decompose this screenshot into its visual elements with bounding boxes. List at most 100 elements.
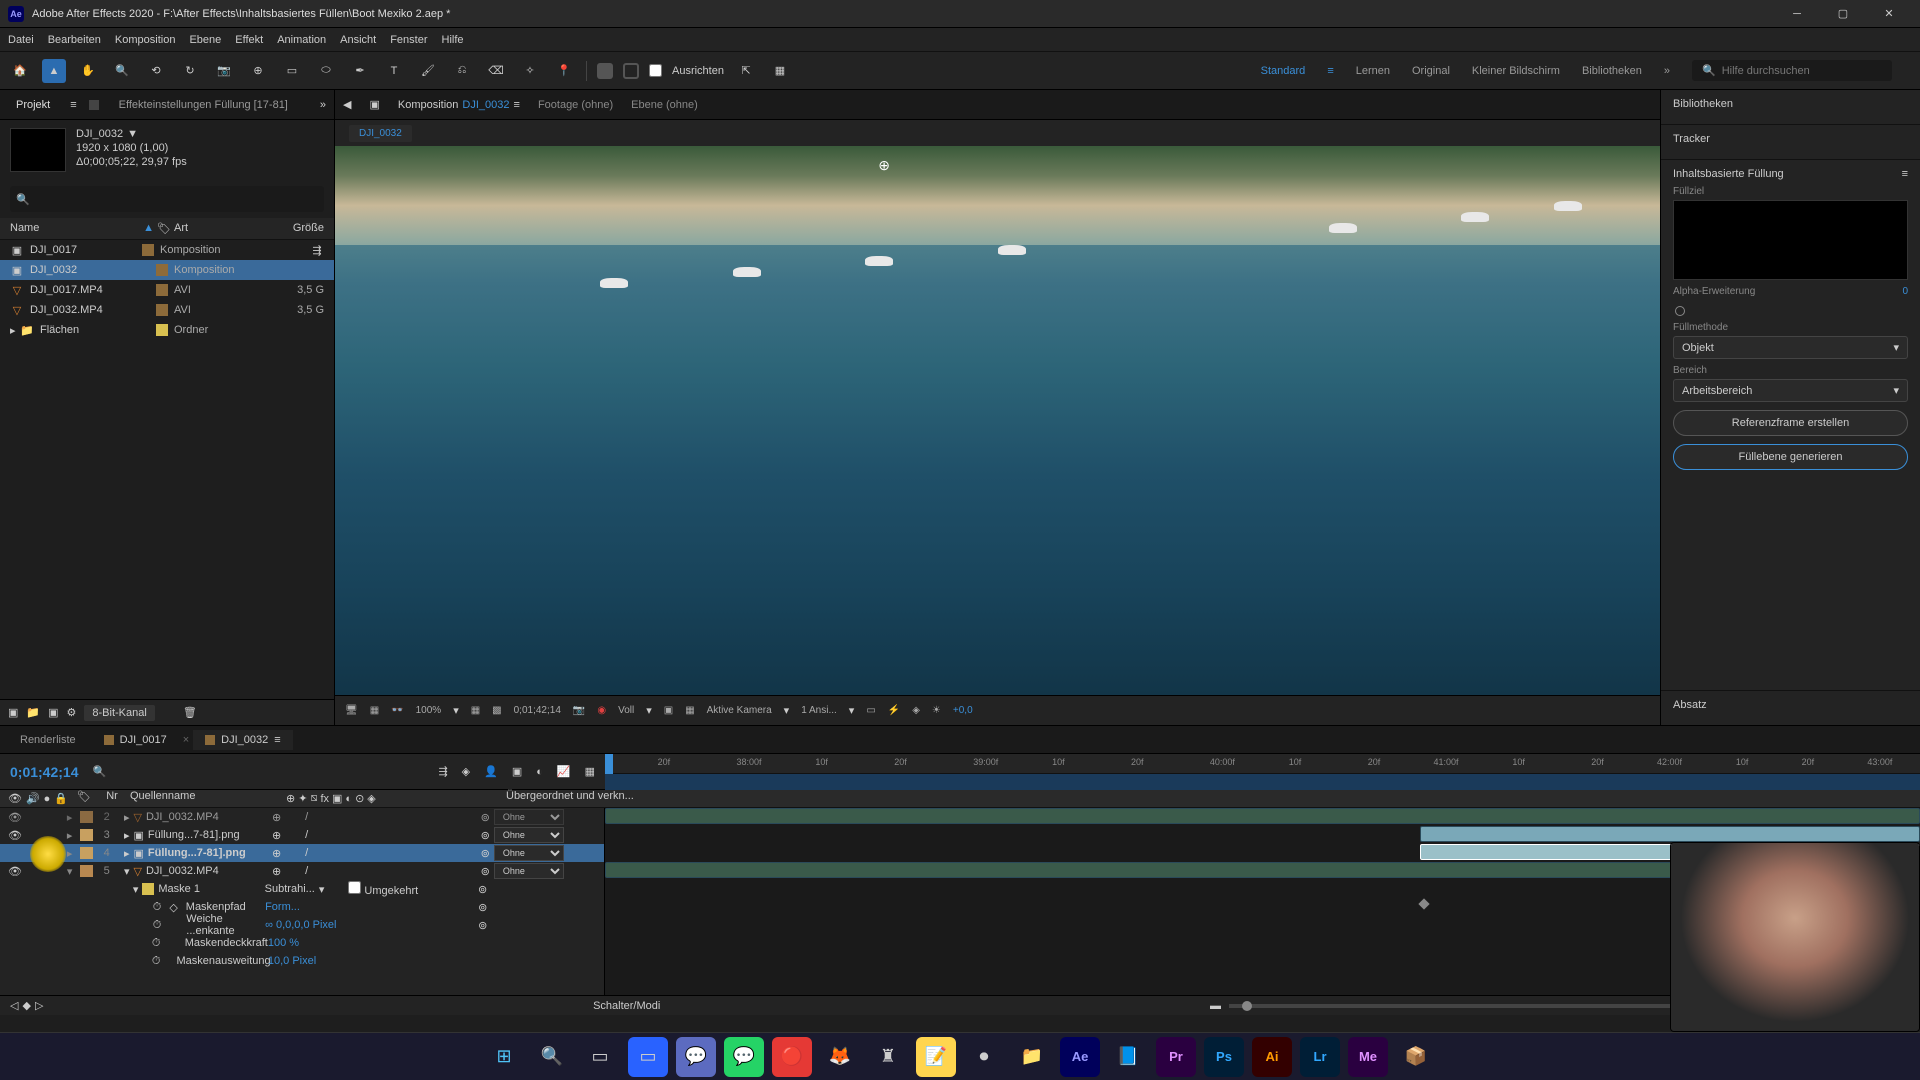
parent-select[interactable]: Ohne bbox=[494, 809, 564, 825]
col-art[interactable]: Art bbox=[174, 222, 264, 235]
label-swatch[interactable] bbox=[80, 811, 93, 823]
search-button[interactable]: 🔍 bbox=[532, 1037, 572, 1077]
switch-box[interactable]: ⊕ bbox=[272, 829, 281, 842]
pickwhip-icon[interactable]: ⊚ bbox=[481, 811, 490, 824]
exposure-icon[interactable]: ☀ bbox=[932, 705, 941, 716]
mask-icon[interactable]: 👓 bbox=[391, 705, 403, 716]
pickwhip-icon[interactable]: ⊚ bbox=[481, 847, 490, 860]
switch-icon[interactable]: ✦ bbox=[298, 792, 307, 805]
project-item[interactable]: ▣DJI_0017Komposition⇶ bbox=[0, 240, 334, 260]
zoom-tool[interactable]: 🔍 bbox=[110, 59, 134, 83]
firefox-icon[interactable]: 🦊 bbox=[820, 1037, 860, 1077]
tab-effekteinstellungen[interactable]: Effekteinstellungen Füllung [17-81] bbox=[111, 95, 296, 115]
expand-icon[interactable]: ▸ bbox=[67, 829, 80, 842]
app-icon[interactable]: 📝 bbox=[916, 1037, 956, 1077]
tab-renderliste[interactable]: Renderliste bbox=[8, 730, 88, 750]
lock-col-icon[interactable]: 🔒 bbox=[54, 792, 68, 805]
tab-dji0032[interactable]: DJI_0032≡ bbox=[193, 730, 293, 750]
home-button[interactable]: 🏠 bbox=[8, 59, 32, 83]
snapshot-icon[interactable]: 📷 bbox=[573, 705, 585, 716]
menu-fenster[interactable]: Fenster bbox=[390, 34, 427, 46]
parent-select[interactable]: Ohne bbox=[494, 845, 564, 861]
hand-tool[interactable]: ✋ bbox=[76, 59, 100, 83]
mask-color-icon[interactable] bbox=[142, 883, 154, 895]
audio-col-icon[interactable]: 🔊 bbox=[26, 792, 40, 805]
search-icon[interactable]: 🔍 bbox=[93, 765, 107, 778]
workspace-kleiner[interactable]: Kleiner Bildschirm bbox=[1472, 65, 1560, 77]
expand-icon[interactable]: ▸ bbox=[124, 829, 130, 842]
photoshop-icon[interactable]: Ps bbox=[1204, 1037, 1244, 1077]
close-button[interactable]: ✕ bbox=[1866, 0, 1912, 28]
parent-select[interactable]: Ohne bbox=[494, 827, 564, 843]
panel-menu-icon[interactable]: ≡ bbox=[1902, 168, 1908, 180]
menu-animation[interactable]: Animation bbox=[277, 34, 326, 46]
composition-viewer[interactable]: ⊕ bbox=[335, 146, 1660, 695]
guides-icon[interactable]: ▦ bbox=[685, 705, 694, 716]
tab-menu-icon[interactable]: ≡ bbox=[514, 99, 520, 111]
tab-komposition[interactable]: Komposition DJI_0032 ≡ bbox=[398, 99, 520, 111]
channel-icon[interactable]: ◉ bbox=[597, 705, 606, 716]
graph-icon[interactable]: 📈 bbox=[557, 765, 571, 778]
menu-ebene[interactable]: Ebene bbox=[189, 34, 221, 46]
col-name[interactable]: Name bbox=[10, 222, 143, 235]
label-swatch[interactable] bbox=[156, 284, 168, 296]
layer-row[interactable]: 👁 ▾ 5 ▾▽DJI_0032.MP4 ⊕/ ⊚Ohne bbox=[0, 862, 604, 880]
pen-tool[interactable]: ✒ bbox=[348, 59, 372, 83]
col-nr[interactable]: Nr bbox=[98, 790, 126, 807]
chevron-down-icon[interactable]: ▾ bbox=[849, 704, 855, 717]
switch-box[interactable]: ⊕ bbox=[272, 811, 281, 824]
solo-col-icon[interactable]: ● bbox=[44, 793, 51, 805]
after-effects-icon[interactable]: Ae bbox=[1060, 1037, 1100, 1077]
workspace-menu-icon[interactable]: ≡ bbox=[1327, 65, 1333, 77]
prop-value[interactable]: ∞ 0,0,0,0 Pixel bbox=[265, 919, 336, 931]
menu-ansicht[interactable]: Ansicht bbox=[340, 34, 376, 46]
pan-behind-tool[interactable]: ⊕ bbox=[246, 59, 270, 83]
mask-prop-row[interactable]: ⏱Maskenausweitung 10,0 Pixel bbox=[0, 952, 604, 970]
chevron-down-icon[interactable]: ▼ bbox=[127, 128, 138, 140]
obs-icon[interactable]: ⏺ bbox=[964, 1037, 1004, 1077]
switch-icon[interactable]: ▣ bbox=[332, 792, 342, 805]
screen-icon[interactable]: 🖥 bbox=[345, 705, 358, 716]
sort-icon[interactable]: ▲ bbox=[143, 222, 154, 235]
label-swatch[interactable] bbox=[156, 264, 168, 276]
layer-row[interactable]: 👁 ▸ 3 ▸▣Füllung...7-81].png ⊕/ ⊚Ohne bbox=[0, 826, 604, 844]
add-key-icon[interactable]: ◆ bbox=[22, 999, 30, 1012]
expand-icon[interactable]: ▸ bbox=[67, 847, 80, 860]
camera-tool[interactable]: 📷 bbox=[212, 59, 236, 83]
parent-select[interactable]: Ohne bbox=[494, 863, 564, 879]
expand-icon[interactable]: ▾ bbox=[133, 883, 139, 896]
menu-effekt[interactable]: Effekt bbox=[235, 34, 263, 46]
keyframe-icon[interactable]: ◇ bbox=[169, 901, 177, 914]
switches-modes-toggle[interactable]: Schalter/Modi bbox=[43, 1000, 1210, 1012]
section-tracker[interactable]: Tracker bbox=[1661, 125, 1920, 160]
stroke-color[interactable] bbox=[623, 63, 639, 79]
tab-more-icon[interactable]: » bbox=[320, 99, 326, 111]
anchor-icon[interactable]: ⊕ bbox=[878, 157, 890, 174]
work-area-bar[interactable] bbox=[605, 774, 1920, 790]
col-quelle[interactable]: Quellenname bbox=[126, 790, 286, 807]
whatsapp-icon[interactable]: 💬 bbox=[724, 1037, 764, 1077]
text-tool[interactable]: T bbox=[382, 59, 406, 83]
workspace-bibliotheken[interactable]: Bibliotheken bbox=[1582, 65, 1642, 77]
label-swatch[interactable] bbox=[80, 847, 93, 859]
switch-icon[interactable]: fx bbox=[320, 793, 329, 805]
tab-menu-icon[interactable]: ≡ bbox=[70, 99, 76, 111]
pixel-icon[interactable]: ▭ bbox=[866, 705, 875, 716]
camera-select[interactable]: Aktive Kamera bbox=[707, 705, 772, 716]
chevron-down-icon[interactable]: ▾ bbox=[319, 883, 325, 896]
project-item[interactable]: ▽DJI_0032.MP4AVI3,5 G bbox=[0, 300, 334, 320]
3d-icon[interactable]: ◈ bbox=[912, 705, 920, 716]
draft3d-icon[interactable]: ◈ bbox=[462, 765, 470, 778]
keyframe-diamond[interactable] bbox=[1419, 898, 1430, 909]
eye-icon[interactable]: 👁 bbox=[8, 865, 22, 878]
ellipse-tool[interactable]: ⬭ bbox=[314, 59, 338, 83]
switch-icon[interactable]: ◐ bbox=[345, 793, 352, 805]
grid-icon[interactable]: ▦ bbox=[370, 705, 379, 716]
label-swatch[interactable] bbox=[156, 304, 168, 316]
settings-icon[interactable]: ⚙ bbox=[67, 706, 77, 719]
expand-icon[interactable]: ▸ bbox=[124, 847, 130, 860]
alpha-value[interactable]: 0 bbox=[1902, 286, 1908, 300]
generate-fill-button[interactable]: Füllebene generieren bbox=[1673, 444, 1908, 470]
label-col-icon[interactable]: 🏷 bbox=[77, 791, 91, 803]
switch-box[interactable]: ⊕ bbox=[272, 847, 281, 860]
